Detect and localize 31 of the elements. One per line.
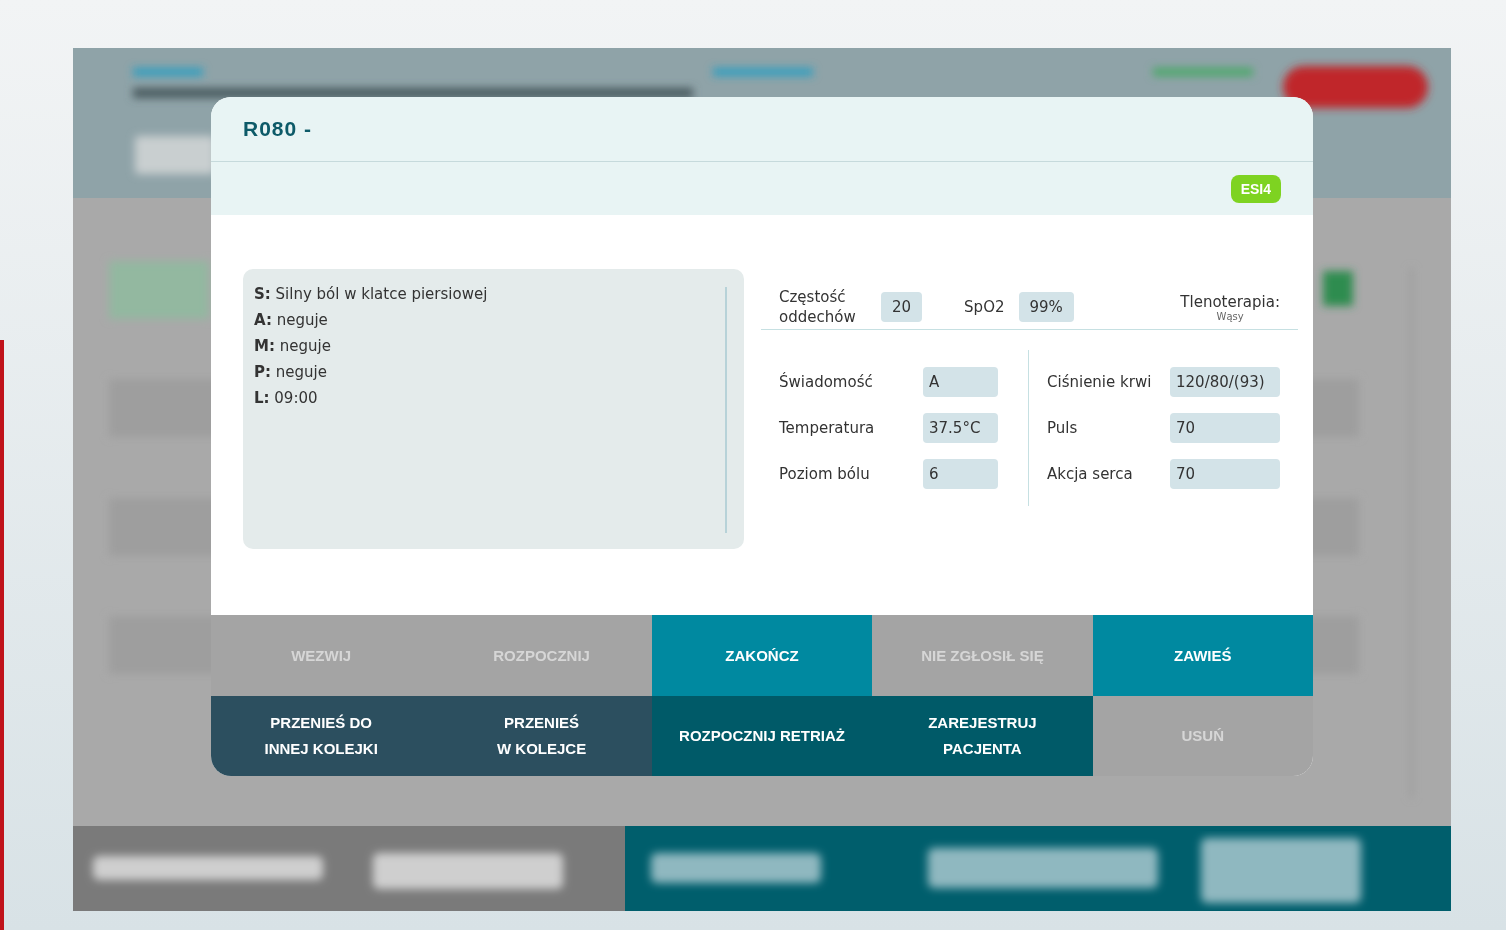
note-line: S: Silny ból w klatce piersiowej [254,284,489,305]
note-line: P: neguje [254,362,328,383]
action-button[interactable]: PRZENIEŚ DO INNEJ KOLEJKI [211,696,432,776]
note-line: A: neguje [254,310,329,331]
triage-badge: ESI4 [1230,174,1281,203]
action-button[interactable]: PRZENIEŚ W KOLEJCE [431,696,652,776]
dialog-title: R080 - [243,117,313,141]
vital-label: Puls [1047,419,1079,437]
oxygen-value: Wąsy [1216,310,1244,322]
vital-value: 37.5°C [923,413,998,443]
action-button[interactable]: ZAWIEŚ [1092,615,1313,696]
oxygen-label: Tlenoterapia: [1180,292,1280,311]
vital-label: Częstość oddechów [779,287,857,327]
action-button[interactable]: ROZPOCZNIJ RETRIAŻ [651,696,873,776]
note-line: M: neguje [254,336,332,357]
note-line: L: 09:00 [254,388,319,409]
vital-label: Poziom bólu [779,465,871,483]
vital-label: Świadomość [779,373,874,391]
vital-label: Akcja serca [1047,465,1134,483]
vital-value: A [923,367,998,397]
vital-label: SpO2 [964,298,1005,316]
vital-value: 6 [923,459,998,489]
vital-value: 20 [881,292,923,322]
vital-label: Temperatura [779,419,876,437]
vital-value: 120/80/(93) [1170,367,1280,397]
action-button[interactable]: ZAKOŃCZ [651,615,873,696]
vital-value: 70 [1170,459,1280,489]
vital-value: 70 [1170,413,1280,443]
vital-label: Ciśnienie krwi [1047,373,1153,391]
vital-value: 99% [1018,292,1074,322]
action-button[interactable]: ZAREJESTRUJ PACJENTA [872,696,1093,776]
